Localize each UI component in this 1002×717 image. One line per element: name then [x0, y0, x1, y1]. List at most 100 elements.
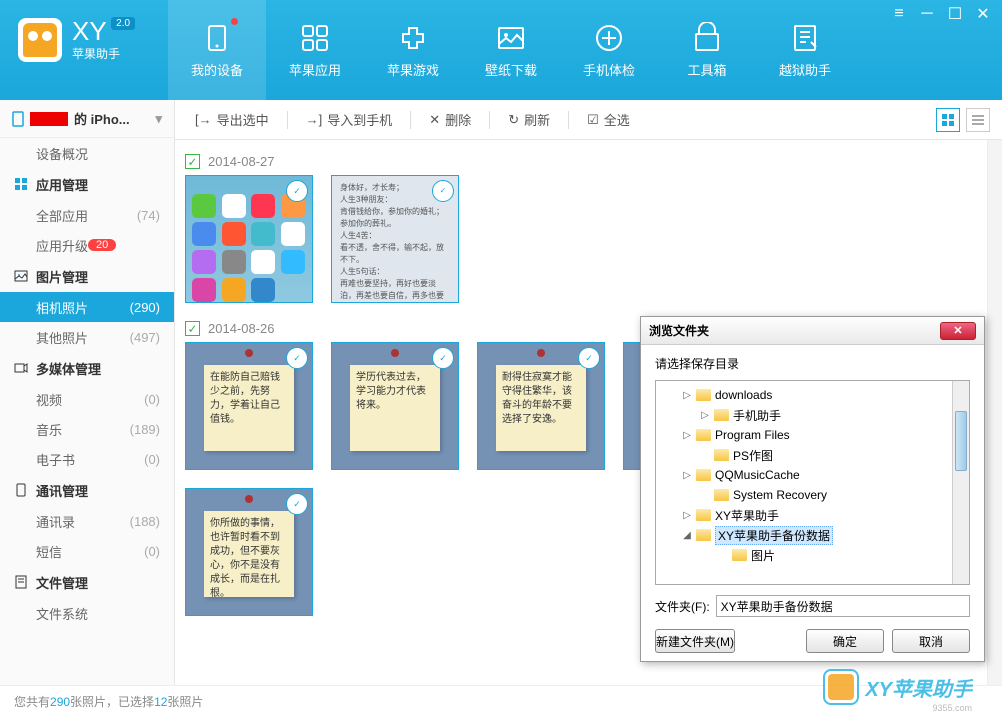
folder-icon	[696, 389, 711, 401]
nav-label: 苹果游戏	[387, 60, 439, 79]
photo-thumbnail[interactable]: 你所做的事情，也许暂时看不到成功，但不要灰心，你不是没有成长，而是在扎根。✓	[185, 488, 313, 616]
nav-icon	[201, 22, 233, 54]
nav-tab-6[interactable]: 越狱助手	[756, 0, 854, 100]
settings-icon[interactable]: ≡	[886, 4, 912, 24]
tree-node[interactable]: 图片	[658, 545, 967, 565]
expand-icon[interactable]: ◢	[682, 530, 692, 541]
expand-icon[interactable]: ▷	[682, 510, 692, 521]
folder-icon	[696, 429, 711, 441]
sidebar-section[interactable]: 文件管理	[0, 566, 174, 598]
photo-thumbnail[interactable]: 学历代表过去，学习能力才代表将来。✓	[331, 342, 459, 470]
cancel-button[interactable]: 取消	[892, 629, 970, 653]
date-checkbox[interactable]	[185, 154, 200, 169]
sidebar-item[interactable]: 文件系统	[0, 598, 174, 628]
minimize-icon[interactable]: ─	[914, 4, 940, 24]
tree-node[interactable]: ▷Program Files	[658, 425, 967, 445]
expand-icon[interactable]: ▷	[682, 470, 692, 481]
folder-name-input[interactable]	[716, 595, 970, 617]
ok-button[interactable]: 确定	[806, 629, 884, 653]
sidebar-section[interactable]: 多媒体管理	[0, 352, 174, 384]
nav-icon	[691, 22, 723, 54]
grid-view-button[interactable]	[936, 108, 960, 132]
sidebar-section[interactable]: 应用管理	[0, 168, 174, 200]
sidebar: 的 iPho... ▾ 设备概况 应用管理全部应用(74)应用升级20图片管理相…	[0, 100, 175, 685]
thumb-check-icon[interactable]: ✓	[286, 347, 308, 369]
device-redacted	[30, 112, 68, 126]
nav-tab-2[interactable]: 苹果游戏	[364, 0, 462, 100]
refresh-button[interactable]: ↻刷新	[500, 106, 558, 133]
folder-field-label: 文件夹(F):	[655, 598, 710, 615]
thumb-check-icon[interactable]: ✓	[432, 347, 454, 369]
sidebar-section[interactable]: 通讯管理	[0, 474, 174, 506]
nav-tab-0[interactable]: 我的设备	[168, 0, 266, 100]
section-icon	[14, 361, 28, 375]
sidebar-item[interactable]: 电子书(0)	[0, 444, 174, 474]
expand-icon[interactable]: ▷	[682, 390, 692, 401]
export-button[interactable]: [→导出选中	[187, 106, 277, 133]
expand-icon[interactable]: ▷	[682, 430, 692, 441]
nav-icon	[397, 22, 429, 54]
nav-tab-4[interactable]: 手机体检	[560, 0, 658, 100]
app-name: XY 2.0	[72, 18, 135, 45]
thumb-check-icon[interactable]: ✓	[578, 347, 600, 369]
window-controls: ≡ ─ ☐ ✕	[886, 4, 996, 24]
sidebar-item[interactable]: 其他照片(497)	[0, 322, 174, 352]
scrollbar[interactable]	[987, 140, 1002, 685]
expand-icon[interactable]: ▷	[700, 410, 710, 421]
sidebar-item[interactable]: 全部应用(74)	[0, 200, 174, 230]
list-view-button[interactable]	[966, 108, 990, 132]
tree-node[interactable]: ▷downloads	[658, 385, 967, 405]
tree-node[interactable]: PS作图	[658, 445, 967, 465]
thumb-check-icon[interactable]: ✓	[432, 180, 454, 202]
dialog-close-button[interactable]: ✕	[940, 322, 976, 340]
nav-tab-3[interactable]: 壁纸下载	[462, 0, 560, 100]
photo-thumbnail[interactable]: 身体好，才长寿； 人生3种朋友： 肯借钱给你，参加你的婚礼；参加你的葬礼。 人生…	[331, 175, 459, 303]
pin-icon	[391, 349, 399, 357]
sidebar-item[interactable]: 通讯录(188)	[0, 506, 174, 536]
sidebar-item[interactable]: 短信(0)	[0, 536, 174, 566]
delete-button[interactable]: ✕删除	[421, 106, 479, 133]
tree-node[interactable]: System Recovery	[658, 485, 967, 505]
device-name: 的 iPho...	[74, 109, 130, 128]
tree-node[interactable]: ▷XY苹果助手	[658, 505, 967, 525]
sidebar-item[interactable]: 音乐(189)	[0, 414, 174, 444]
folder-icon	[732, 549, 747, 561]
photo-thumbnail[interactable]: 在能防自己赔钱少之前，先努力，学着让自己值钱。✓	[185, 342, 313, 470]
maximize-icon[interactable]: ☐	[942, 4, 968, 24]
sidebar-overview[interactable]: 设备概况	[0, 138, 174, 168]
tree-node[interactable]: ▷手机助手	[658, 405, 967, 425]
tree-node[interactable]: ▷QQMusicCache	[658, 465, 967, 485]
section-icon	[14, 483, 28, 497]
sidebar-item[interactable]: 应用升级20	[0, 230, 174, 260]
pin-icon	[245, 349, 253, 357]
folder-icon	[714, 489, 729, 501]
date-checkbox[interactable]	[185, 321, 200, 336]
app-header: XY 2.0 苹果助手 我的设备苹果应用苹果游戏壁纸下载手机体检工具箱越狱助手 …	[0, 0, 1002, 100]
photo-thumbnail[interactable]: ✓	[185, 175, 313, 303]
device-row[interactable]: 的 iPho... ▾	[0, 100, 174, 138]
section-icon	[14, 269, 28, 283]
pin-icon	[245, 495, 253, 503]
sidebar-item[interactable]: 相机照片(290)	[0, 292, 174, 322]
thumb-check-icon[interactable]: ✓	[286, 180, 308, 202]
sidebar-item[interactable]: 视频(0)	[0, 384, 174, 414]
nav-label: 手机体检	[583, 60, 635, 79]
folder-icon	[714, 449, 729, 461]
folder-tree[interactable]: ▷downloads▷手机助手▷Program FilesPS作图▷QQMusi…	[655, 380, 970, 585]
tree-scrollbar[interactable]	[952, 381, 969, 584]
watermark-logo: XY苹果助手	[823, 669, 972, 705]
nav-tab-5[interactable]: 工具箱	[658, 0, 756, 100]
dialog-prompt: 请选择保存目录	[655, 355, 970, 372]
photo-thumbnail[interactable]: 耐得住寂寞才能守得住繁华，该奋斗的年龄不要选择了安逸。✓	[477, 342, 605, 470]
thumb-check-icon[interactable]: ✓	[286, 493, 308, 515]
content-toolbar: [→导出选中 →]导入到手机 ✕删除 ↻刷新 ☑全选	[175, 100, 1002, 140]
sidebar-section[interactable]: 图片管理	[0, 260, 174, 292]
select-all-button[interactable]: ☑全选	[579, 106, 638, 133]
import-button[interactable]: →]导入到手机	[298, 106, 401, 133]
dialog-title: 浏览文件夹	[649, 322, 709, 339]
tree-node[interactable]: ◢XY苹果助手备份数据	[658, 525, 967, 545]
nav-tab-1[interactable]: 苹果应用	[266, 0, 364, 100]
new-folder-button[interactable]: 新建文件夹(M)	[655, 629, 735, 653]
close-icon[interactable]: ✕	[970, 4, 996, 24]
date-header[interactable]: 2014-08-27	[185, 154, 977, 169]
